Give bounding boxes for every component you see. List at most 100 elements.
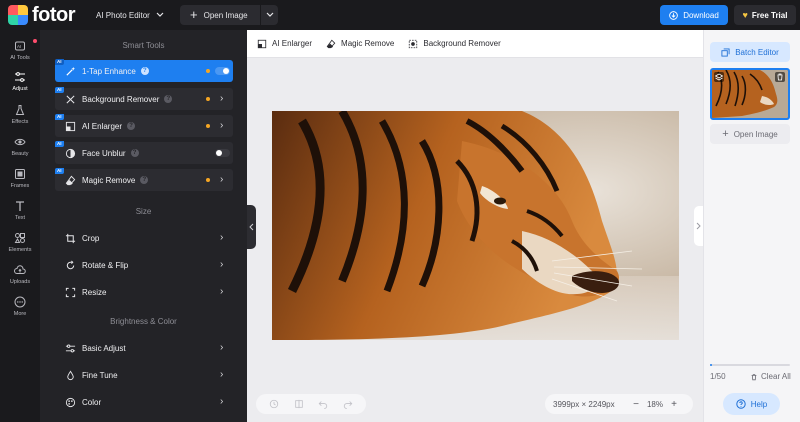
tiger-photo [272,111,679,340]
history-toolbar [256,394,366,414]
history-icon[interactable] [269,399,279,409]
rail-label: Elements [8,246,32,253]
tool-label: AI Enlarger [82,121,123,131]
add-image-button[interactable]: + Open Image [710,124,790,144]
free-trial-button[interactable]: ♥ Free Trial [734,5,796,25]
toolbar-ai-enlarger[interactable]: AI Enlarger [257,39,312,49]
chevron-right-icon: › [220,396,224,407]
tool-background-remover[interactable]: AI Background Remover ? › [55,87,233,110]
toolbar-magic-remove[interactable]: Magic Remove [326,39,394,49]
batch-progress-bar [710,364,790,366]
face-unblur-toggle[interactable] [215,149,230,157]
chevron-right-icon: › [220,342,224,353]
help-icon[interactable]: ? [127,122,136,130]
tool-face-unblur[interactable]: AI Face Unblur ? [55,141,233,164]
open-image-dropdown[interactable] [261,12,278,18]
trash-icon[interactable] [775,72,785,82]
tool-crop[interactable]: Crop › [55,227,233,249]
undo-icon[interactable] [318,399,328,409]
chevron-down-icon [156,12,164,17]
text-icon [16,200,24,211]
download-button[interactable]: Download [660,5,728,25]
help-circle-icon [736,399,746,409]
rail-item-beauty[interactable]: Beauty [0,132,40,160]
ai-badge: AI [55,141,64,147]
help-label: Help [750,399,768,409]
chevron-down-icon [266,12,273,17]
enlarge-icon [65,121,76,132]
help-icon[interactable]: ? [140,67,149,75]
zoom-out-button[interactable]: − [629,399,643,410]
tool-color[interactable]: Color › [55,391,233,413]
chevron-left-icon [249,223,254,231]
image-count: 1/50 [710,372,726,381]
tool-fine-tune[interactable]: Fine Tune › [55,364,233,386]
upload-cloud-icon [14,264,26,274]
rail-label: Beauty [11,150,29,157]
toolbar-label: Magic Remove [341,39,395,48]
help-button[interactable]: Help [723,393,780,415]
product-menu[interactable]: AI Photo Editor [96,11,164,20]
flask-icon [15,104,25,115]
premium-dot [206,97,210,101]
toolbar-background-remover[interactable]: Background Remover [408,39,501,49]
rail-item-effects[interactable]: Effects [0,100,40,128]
tool-label: Rotate & Flip [82,260,129,270]
fotor-logo[interactable]: fotor [8,4,86,27]
rail-item-ai-tools[interactable]: AI AI Tools [0,36,40,64]
expand-right-panel-handle[interactable] [694,206,703,246]
rotate-icon [65,260,76,271]
chevron-right-icon: › [220,286,224,297]
rail-label: Text [14,214,26,221]
ai-badge: AI [55,87,64,93]
tool-ai-enlarger[interactable]: AI AI Enlarger ? › [55,114,233,137]
open-image-main[interactable]: + Open Image [180,8,260,21]
batch-editor-label: Batch Editor [735,47,779,57]
rail-item-text[interactable]: Text [0,196,40,224]
zoom-level[interactable]: 18% [643,400,667,409]
droplet-icon [65,370,76,381]
zoom-bar: 3999px × 2249px − 18% + [545,394,693,414]
ai-badge: AI [55,114,64,120]
rail-item-uploads[interactable]: Uploads [0,260,40,288]
tool-label: Fine Tune [82,370,118,380]
clear-all-button[interactable]: Clear All [750,372,791,381]
tool-resize[interactable]: Resize › [55,281,233,303]
help-icon[interactable]: ? [130,149,139,157]
tool-basic-adjust[interactable]: Basic Adjust › [55,337,233,359]
rail-item-more[interactable]: More [0,292,40,320]
chevron-right-icon: › [220,259,224,270]
photo-canvas[interactable] [272,111,679,340]
collapse-panel-handle[interactable] [247,205,256,249]
add-image-label: Open Image [733,129,778,139]
batch-editor-button[interactable]: Batch Editor [710,42,790,62]
face-icon [65,148,76,159]
help-icon[interactable]: ? [140,176,149,184]
tool-rotate-flip[interactable]: Rotate & Flip › [55,254,233,276]
canvas-toolbar: AI Enlarger Magic Remove Background Remo… [247,30,703,58]
tool-label: Basic Adjust [82,343,126,353]
scissors-icon [65,94,76,105]
left-rail: AI AI Tools Adjust Effects Beauty Frames… [0,30,40,422]
trash-icon [751,373,757,380]
section-title-brightness-color: Brightness & Color [110,317,177,326]
rail-item-frames[interactable]: Frames [0,164,40,192]
tool-magic-remove[interactable]: AI Magic Remove ? › [55,168,233,191]
tool-1-tap-enhance[interactable]: AI 1-Tap Enhance ? [55,59,233,82]
open-image-button[interactable]: + Open Image [180,5,278,25]
redo-icon[interactable] [343,399,353,409]
chevron-right-icon: › [220,369,224,380]
rail-item-elements[interactable]: Elements [0,228,40,256]
layers-icon[interactable] [714,72,724,82]
svg-text:AI: AI [17,44,21,49]
compare-icon[interactable] [294,399,304,409]
chevron-right-icon: › [220,93,224,104]
rail-label: Effects [11,118,29,125]
zoom-in-button[interactable]: + [667,399,681,410]
eye-icon [14,138,26,145]
rail-item-adjust[interactable]: Adjust [0,67,40,95]
tool-label: Resize [82,287,107,297]
enhance-toggle[interactable] [215,67,230,75]
tool-label: Background Remover [82,94,160,104]
help-icon[interactable]: ? [164,95,173,103]
